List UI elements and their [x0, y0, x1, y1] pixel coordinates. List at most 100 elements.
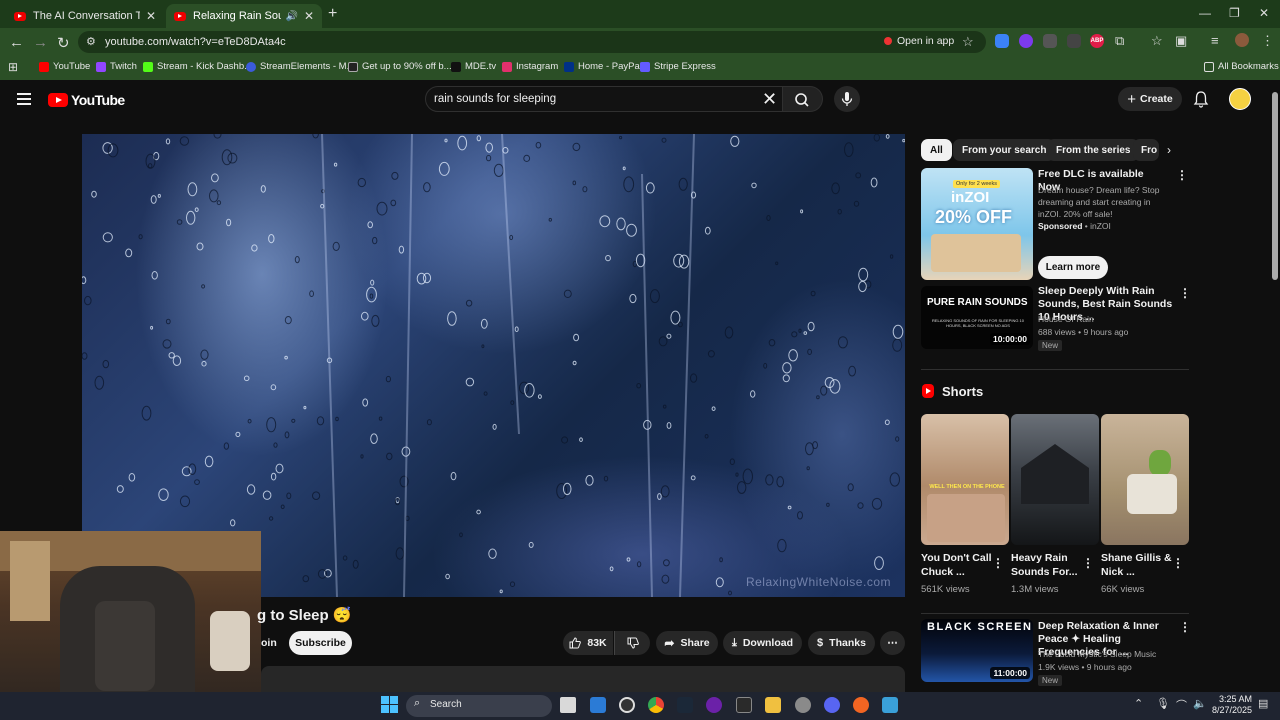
side-panel-icon[interactable]: ▣: [1175, 33, 1187, 49]
extension-icon[interactable]: [1067, 34, 1081, 48]
app-icon[interactable]: [853, 697, 869, 713]
channel-name[interactable]: The Lucid Mystic's Sleep Music: [1038, 648, 1156, 660]
learn-more-button[interactable]: Learn more: [1038, 256, 1108, 279]
site-info-icon[interactable]: ⚙: [86, 35, 96, 48]
reload-icon[interactable]: ↻: [57, 34, 70, 52]
new-tab-icon[interactable]: +: [328, 5, 337, 23]
task-view-icon[interactable]: [560, 697, 576, 713]
close-window-icon[interactable]: ✕: [1259, 6, 1269, 20]
adblock-icon[interactable]: ABP: [1090, 34, 1104, 48]
notifications-bell-icon[interactable]: [1193, 90, 1209, 108]
close-tab-icon[interactable]: ✕: [146, 9, 156, 23]
short-thumbnail[interactable]: [1101, 414, 1189, 545]
tray-chevron-icon[interactable]: ⌃: [1134, 697, 1143, 710]
bookmark-youtube[interactable]: YouTube: [39, 61, 90, 72]
like-button[interactable]: 83K: [563, 631, 613, 655]
volume-icon[interactable]: 🔈: [1193, 697, 1207, 710]
chip-from-your-search[interactable]: From your search: [953, 139, 1056, 161]
short-thumbnail[interactable]: WELL THEN ON THE PHONE: [921, 414, 1009, 545]
bookmark-instagram[interactable]: Instagram: [502, 61, 558, 72]
short-title[interactable]: Heavy Rain Sounds For...: [1011, 551, 1085, 579]
discord-icon[interactable]: [824, 697, 840, 713]
bookmark-twitch[interactable]: Twitch: [96, 61, 137, 72]
clear-search-icon[interactable]: ✕: [762, 89, 777, 110]
speaker-icon[interactable]: 🔊: [285, 11, 297, 22]
bookmark-paypal[interactable]: Home - PayPal: [564, 61, 642, 72]
settings-icon[interactable]: [795, 697, 811, 713]
open-in-app-button[interactable]: Open in app: [884, 35, 954, 47]
all-bookmarks-button[interactable]: All Bookmarks: [1204, 61, 1279, 72]
steam-icon[interactable]: [677, 697, 693, 713]
taskbar-clock[interactable]: 3:25 AM 8/27/2025: [1210, 694, 1252, 716]
scrollbar-thumb[interactable]: [1272, 92, 1278, 280]
notepad-icon[interactable]: [882, 697, 898, 713]
join-button[interactable]: oin: [261, 637, 277, 649]
obs-icon[interactable]: [619, 697, 635, 713]
search-query[interactable]: rain sounds for sleeping: [434, 93, 556, 105]
microphone-tray-icon[interactable]: 🎙: [1156, 697, 1170, 710]
bookmark-deal[interactable]: Get up to 90% off b...: [348, 61, 452, 72]
video-thumbnail[interactable]: PURE RAIN SOUNDS RELAXING SOUNDS OF RAIN…: [921, 286, 1033, 349]
search-button[interactable]: [783, 86, 823, 112]
bookmark-streamelements[interactable]: StreamElements - M...: [246, 61, 355, 72]
extensions-puzzle-icon[interactable]: ⧉: [1115, 33, 1124, 49]
short-thumbnail[interactable]: [1011, 414, 1099, 545]
chevron-right-icon[interactable]: ›: [1167, 143, 1171, 157]
chrome-icon[interactable]: [648, 697, 664, 713]
description-box[interactable]: [261, 666, 905, 692]
create-button[interactable]: + Create: [1118, 87, 1182, 111]
download-button[interactable]: ⤓ Download: [723, 631, 802, 655]
short-title[interactable]: Shane Gillis & Nick ...: [1101, 551, 1175, 579]
notification-icon[interactable]: ▤: [1258, 697, 1268, 710]
extension-icon[interactable]: [1019, 34, 1033, 48]
close-tab-icon[interactable]: ✕: [304, 9, 314, 23]
media-control-icon[interactable]: ≡: [1211, 33, 1219, 48]
ad-thumbnail[interactable]: Only for 2 weeks inZOI 20% OFF: [921, 168, 1033, 280]
reading-list-icon[interactable]: ☆: [1151, 33, 1163, 49]
video-more-icon[interactable]: ⋮: [1179, 286, 1191, 300]
file-explorer-icon[interactable]: [765, 697, 781, 713]
chip-from-the-series[interactable]: From the series: [1047, 139, 1140, 161]
app-icon[interactable]: [590, 697, 606, 713]
apps-grid-icon[interactable]: ⊞: [8, 60, 18, 74]
video-more-icon[interactable]: ⋮: [1179, 620, 1191, 634]
video-player[interactable]: RelaxingWhiteNoise.com: [82, 134, 905, 597]
bookmark-stripe[interactable]: Stripe Express: [640, 61, 716, 72]
bookmark-star-icon[interactable]: ☆: [962, 34, 974, 50]
browser-tab-active[interactable]: Relaxing Rain Sounds = Dr 🔊 ✕: [166, 4, 322, 28]
chip-partial[interactable]: Fro: [1133, 139, 1159, 161]
short-more-icon[interactable]: ⋮: [1082, 556, 1094, 570]
youtube-logo[interactable]: YouTube: [48, 92, 125, 108]
browser-menu-icon[interactable]: ⋮: [1261, 33, 1274, 49]
extension-icon[interactable]: [1043, 34, 1057, 48]
epic-games-icon[interactable]: [736, 697, 752, 713]
chip-all[interactable]: All: [921, 139, 952, 161]
browser-tab[interactable]: The AI Conversation That Left M ✕: [6, 4, 164, 28]
app-icon[interactable]: [706, 697, 722, 713]
ad-more-icon[interactable]: ⋮: [1176, 168, 1188, 182]
more-actions-button[interactable]: ⋯: [880, 631, 905, 655]
url-text[interactable]: youtube.com/watch?v=eTeD8DAta4c: [105, 36, 286, 48]
dislike-button[interactable]: [614, 631, 650, 655]
short-more-icon[interactable]: ⋮: [1172, 556, 1184, 570]
minimize-icon[interactable]: —: [1199, 6, 1211, 20]
account-avatar[interactable]: [1229, 88, 1251, 110]
taskbar-search[interactable]: [406, 695, 552, 717]
windows-start-icon[interactable]: [381, 696, 398, 713]
profile-avatar[interactable]: [1235, 33, 1249, 47]
video-thumbnail[interactable]: BLACK SCREEN 11:00:00: [921, 619, 1033, 682]
bookmark-mde[interactable]: MDE.tv: [451, 61, 496, 72]
share-button[interactable]: ➦ Share: [656, 631, 718, 655]
thanks-button[interactable]: $ Thanks: [808, 631, 875, 655]
voice-search-button[interactable]: [834, 86, 860, 112]
restore-icon[interactable]: ❐: [1229, 6, 1240, 20]
back-icon[interactable]: ←: [9, 34, 24, 51]
forward-icon[interactable]: →: [33, 34, 48, 51]
extension-icon[interactable]: [995, 34, 1009, 48]
short-more-icon[interactable]: ⋮: [992, 556, 1004, 570]
subscribe-button[interactable]: Subscribe: [289, 631, 352, 655]
wifi-icon[interactable]: ⌒: [1176, 697, 1187, 713]
menu-icon[interactable]: [17, 93, 31, 105]
channel-name[interactable]: House Of Rain: [1038, 313, 1094, 325]
short-title[interactable]: You Don't Call Chuck ...: [921, 551, 995, 579]
